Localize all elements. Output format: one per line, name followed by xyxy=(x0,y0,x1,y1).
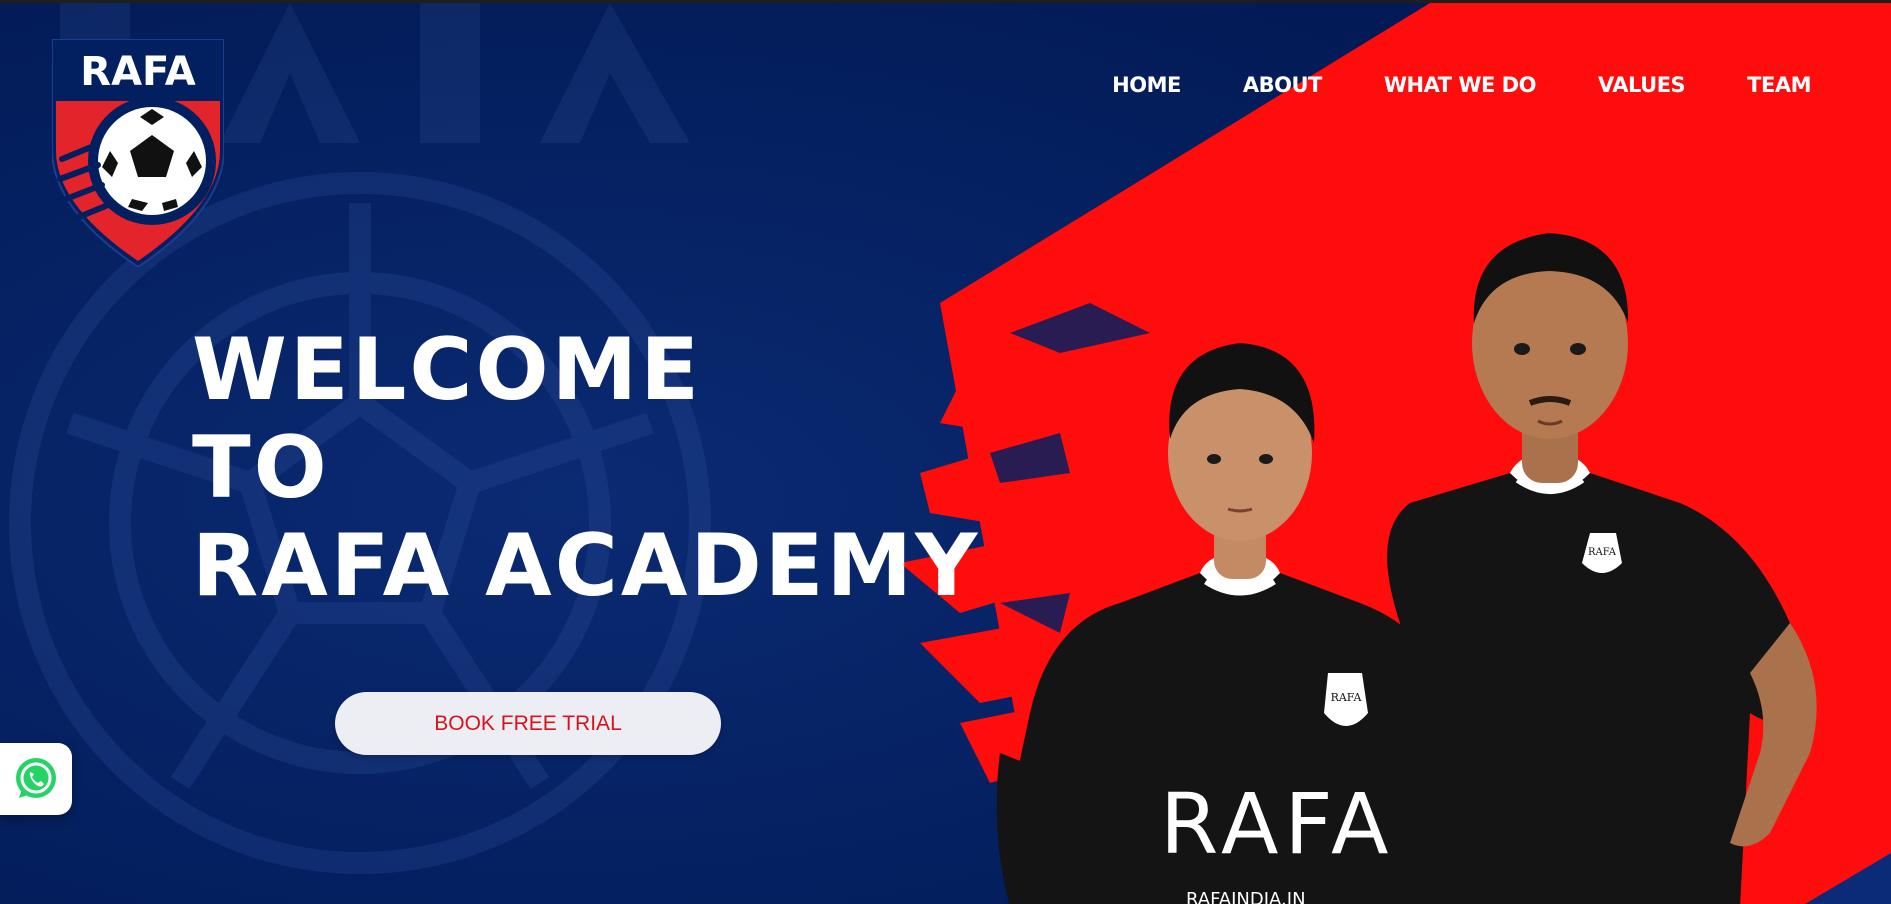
nav-item-what-we-do[interactable]: WHAT WE DO xyxy=(1384,73,1537,97)
nav-item-home[interactable]: HOME xyxy=(1112,73,1181,97)
logo-text: RAFA xyxy=(80,49,195,95)
nav-item-about[interactable]: ABOUT xyxy=(1243,73,1323,97)
main-nav: HOME ABOUT WHAT WE DO VALUES TEAM xyxy=(1112,73,1811,97)
headline-line-1: WELCOME xyxy=(192,320,702,420)
younger-chest-text: RAFA xyxy=(1160,775,1395,873)
nav-item-values[interactable]: VALUES xyxy=(1598,73,1686,97)
whatsapp-icon xyxy=(16,758,56,798)
headline-line-3: RAFA ACADEMY xyxy=(192,516,981,616)
younger-crest-letters: RAFA xyxy=(1331,691,1363,704)
older-crest-letters: RAFA xyxy=(1588,547,1617,558)
hero-section: RAFA HOME ABOUT WHAT WE DO VALUES TEAM W… xyxy=(0,0,1891,904)
player-younger: RAFA RAFA RAFAINDIA.IN xyxy=(996,343,1470,904)
book-free-trial-button[interactable]: BOOK FREE TRIAL xyxy=(335,692,721,755)
younger-url-text: RAFAINDIA.IN xyxy=(1186,889,1306,904)
whatsapp-button[interactable] xyxy=(0,743,72,815)
headline-line-2: TO xyxy=(192,418,330,518)
hero-headline: WELCOME TO RAFA ACADEMY xyxy=(192,321,980,615)
players-image: RAFA RAFA RAFA RAFAINDIA.IN xyxy=(996,233,1817,904)
rafa-logo[interactable]: RAFA xyxy=(52,39,224,267)
nav-item-team[interactable]: TEAM xyxy=(1747,73,1811,97)
